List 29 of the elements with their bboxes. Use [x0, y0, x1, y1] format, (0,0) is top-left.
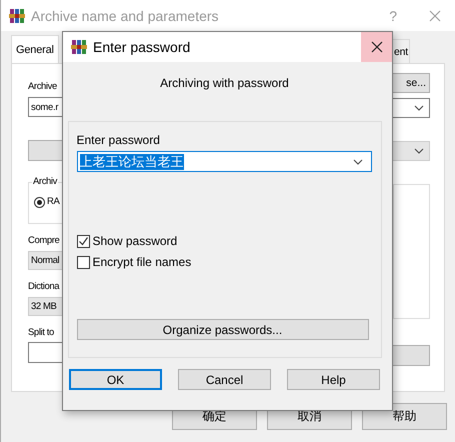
- close-icon[interactable]: [429, 10, 441, 22]
- close-icon: [370, 41, 382, 53]
- checkbox[interactable]: [76, 256, 90, 268]
- radio-label: RA: [47, 195, 60, 209]
- dialog-title: Enter password: [93, 39, 190, 55]
- dialog-button[interactable]: Help: [287, 369, 380, 390]
- group-title: Archiv: [32, 176, 58, 187]
- checkbox-label: Show password: [92, 234, 178, 248]
- organize-passwords-button[interactable]: Organize passwords...: [76, 319, 368, 340]
- dialog-button[interactable]: Cancel: [178, 369, 271, 390]
- field-label: Compre: [28, 234, 60, 248]
- books-icon: [9, 8, 25, 24]
- dialog-button[interactable]: OK: [69, 369, 162, 390]
- field-label: Archive: [28, 80, 57, 94]
- field-label: Split to: [28, 326, 54, 340]
- field-label: Dictiona: [28, 280, 60, 294]
- password-combobox[interactable]: 上老王论坛当老王: [76, 151, 372, 172]
- checkbox[interactable]: [76, 234, 90, 248]
- field-label: Enter password: [76, 133, 160, 147]
- close-button[interactable]: [361, 32, 392, 62]
- checkbox-label: Encrypt file names: [92, 255, 192, 269]
- dialog-heading: Archiving with password: [160, 76, 289, 90]
- tab[interactable]: General: [11, 35, 59, 63]
- window-title: Archive name and parameters: [31, 8, 219, 24]
- chevron-icon: [414, 148, 424, 154]
- radio-button[interactable]: [34, 196, 45, 208]
- chevron-icon: [352, 158, 362, 164]
- chevron-icon: [414, 105, 424, 111]
- books-icon: [71, 39, 87, 55]
